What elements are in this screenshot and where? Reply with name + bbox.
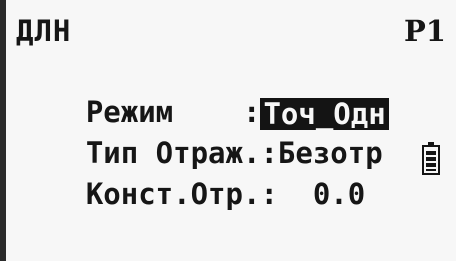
setting-row-reflector-constant[interactable]: Конст.Отр.: 0.0 xyxy=(16,140,365,211)
page-indicator[interactable]: P1 xyxy=(404,17,446,46)
reflector-constant-value[interactable]: 0.0 xyxy=(313,176,365,212)
battery-icon xyxy=(422,142,440,175)
instrument-display: ДЛН P1 Режим : Точ_Одн Тип Отраж.:Безотр … xyxy=(0,0,456,261)
setting-row-reflector-type[interactable]: Тип Отраж.:Безотр xyxy=(16,99,383,170)
setting-colon: : xyxy=(260,177,278,211)
setting-label: Конст.Отр. xyxy=(85,177,261,211)
setting-row-mode[interactable]: Режим : Точ_Одн xyxy=(16,58,389,130)
setting-separator xyxy=(278,177,313,211)
screen-title: ДЛН xyxy=(16,14,72,48)
